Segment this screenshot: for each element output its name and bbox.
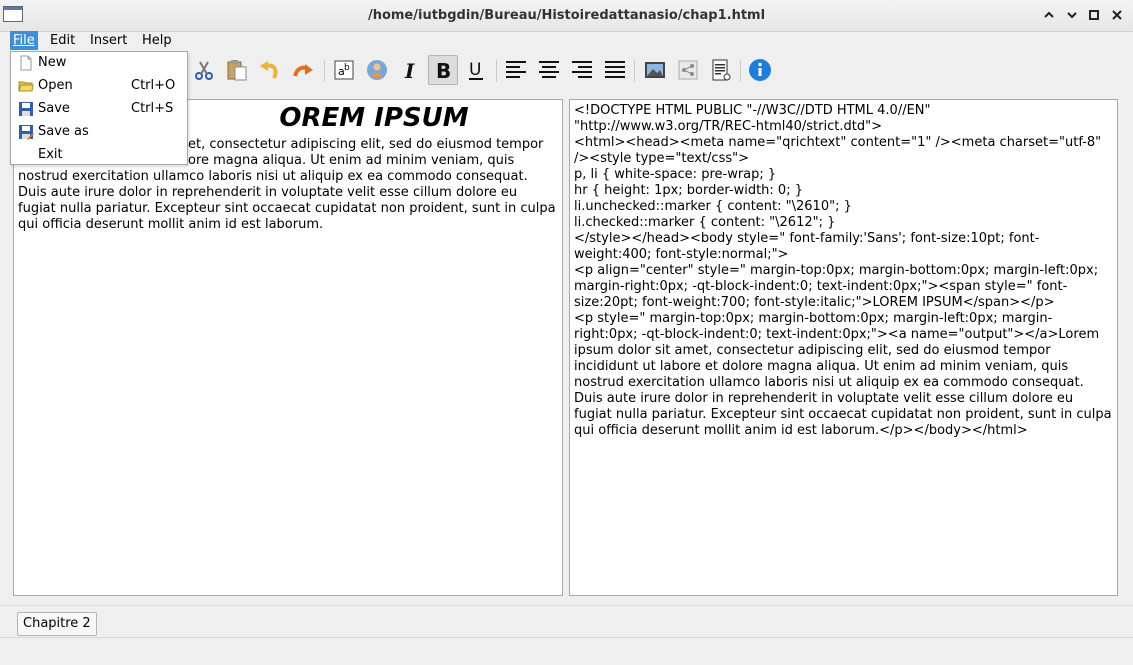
align-center-icon[interactable] (534, 55, 564, 85)
menu-item-save-as[interactable]: Save as (11, 121, 187, 144)
maximize-icon[interactable] (1086, 7, 1102, 23)
user-info-icon[interactable] (362, 55, 392, 85)
share-icon[interactable] (673, 55, 703, 85)
redo-icon[interactable] (288, 55, 318, 85)
window-shade-icon[interactable] (1041, 7, 1057, 23)
new-document-icon (18, 55, 34, 71)
toolbar-separator (634, 60, 635, 82)
underline-icon[interactable]: U (461, 55, 491, 85)
toolbar-separator (324, 60, 325, 82)
cut-icon[interactable] (189, 55, 219, 85)
menu-edit[interactable]: Edit (47, 31, 78, 50)
toolbar-separator (740, 60, 741, 82)
align-left-icon[interactable] (501, 55, 531, 85)
align-right-icon[interactable] (567, 55, 597, 85)
status-bar (0, 637, 1133, 665)
svg-text:U: U (469, 60, 481, 80)
justify-icon[interactable] (600, 55, 630, 85)
file-menu-dropdown: New Open Ctrl+O Save Ctrl+S Save as Exit (10, 51, 188, 165)
menu-item-save[interactable]: Save Ctrl+S (11, 98, 187, 121)
menu-bar: File Edit Insert Help (0, 31, 1133, 50)
menu-insert[interactable]: Insert (87, 31, 130, 50)
close-icon[interactable] (1109, 7, 1125, 23)
paste-icon[interactable] (222, 55, 252, 85)
html-source-text: <!DOCTYPE HTML PUBLIC "-//W3C//DTD HTML … (574, 103, 1112, 438)
tab-chapitre-2[interactable]: Chapitre 2 (17, 612, 97, 636)
save-as-icon (18, 124, 34, 140)
chapter-tab-bar: Chapitre 2 (0, 605, 1133, 637)
minimize-icon[interactable] (1064, 7, 1080, 23)
info-icon[interactable] (745, 55, 775, 85)
svg-text:B: B (436, 59, 451, 82)
svg-text:I: I (404, 59, 415, 82)
bold-icon[interactable]: B (428, 55, 458, 85)
undo-icon[interactable] (255, 55, 285, 85)
rich-text-editor[interactable]: OREM IPSUM et, consectetur adipiscing el… (13, 99, 563, 596)
title-bar: /home/iutbgdin/Bureau/Histoiredattanasio… (0, 0, 1133, 32)
insert-image-icon[interactable] (640, 55, 670, 85)
html-source-view[interactable]: <!DOCTYPE HTML PUBLIC "-//W3C//DTD HTML … (569, 99, 1118, 596)
window-title: /home/iutbgdin/Bureau/Histoiredattanasio… (367, 8, 766, 23)
menu-help[interactable]: Help (139, 31, 175, 50)
document-settings-icon[interactable] (706, 55, 736, 85)
italic-icon[interactable]: I (395, 55, 425, 85)
svg-text:b: b (344, 63, 350, 73)
toolbar-separator (496, 60, 497, 82)
save-icon (18, 101, 34, 117)
menu-item-open[interactable]: Open Ctrl+O (11, 75, 187, 98)
menu-item-exit[interactable]: Exit (11, 144, 187, 167)
menu-item-new[interactable]: New (11, 52, 187, 75)
open-folder-icon (18, 78, 34, 94)
menu-file[interactable]: File (10, 31, 38, 50)
spell-check-icon[interactable]: ab (329, 55, 359, 85)
